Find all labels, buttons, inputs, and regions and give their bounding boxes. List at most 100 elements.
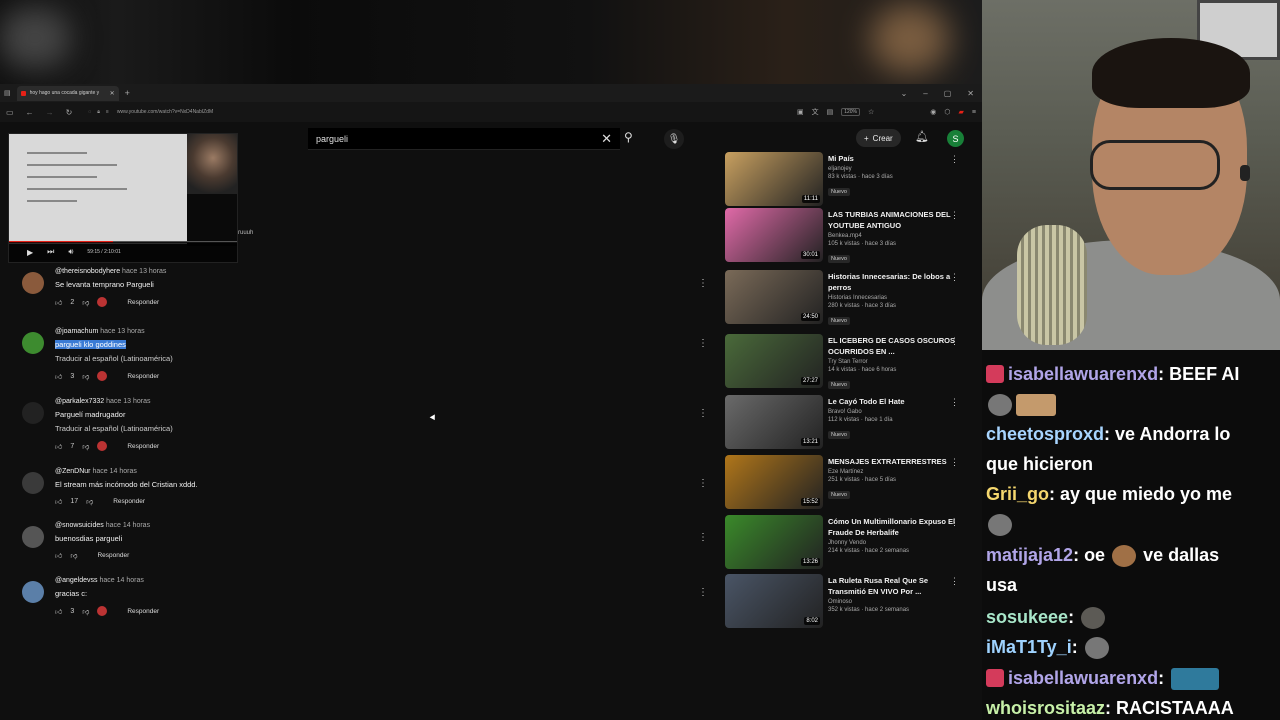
video-title[interactable]: Mi País <box>828 153 956 164</box>
recommended-video[interactable]: 13:21 Le Cayó Todo El Hate Bravo! Gabo 1… <box>725 395 975 453</box>
comment-menu-icon[interactable]: ⋮ <box>698 278 708 289</box>
reply-button[interactable]: Responder <box>127 299 159 306</box>
commenter-avatar[interactable] <box>22 332 44 354</box>
new-tab-icon[interactable]: + <box>125 88 130 98</box>
minimize-icon[interactable]: – <box>923 89 927 98</box>
video-channel[interactable]: Jhonny Vendo <box>828 540 956 546</box>
comment-time[interactable]: hace 14 horas <box>99 577 143 584</box>
clear-search-icon[interactable]: ✕ <box>601 131 612 147</box>
back-icon[interactable]: ← <box>26 108 34 117</box>
video-title[interactable]: Cómo Un Multimillonario Expuso El Fraude… <box>828 516 956 538</box>
dislike-icon[interactable]: 👎︎ <box>82 607 89 616</box>
video-thumbnail[interactable]: 27:27 <box>725 334 823 388</box>
comment-time[interactable]: hace 14 horas <box>106 522 150 529</box>
chat-username[interactable]: isabellawuarenxd <box>1008 364 1158 384</box>
video-channel[interactable]: Try Stan Terror <box>828 359 956 365</box>
zoom-level[interactable]: 120% <box>841 108 860 116</box>
site-settings-icon[interactable]: ≡ <box>106 109 109 115</box>
recommended-video[interactable]: 24:50 Historias Innecesarias: De lobos a… <box>725 270 975 328</box>
video-title[interactable]: MENSAJES EXTRATERRESTRES <box>828 456 956 467</box>
comment-time[interactable]: hace 13 horas <box>100 328 144 335</box>
dislike-icon[interactable]: 👎︎ <box>70 551 77 560</box>
video-menu-icon[interactable]: ⋮ <box>950 397 959 408</box>
commenter-avatar[interactable] <box>22 402 44 424</box>
commenter-avatar[interactable] <box>22 526 44 548</box>
video-menu-icon[interactable]: ⋮ <box>950 154 959 165</box>
video-thumbnail[interactable]: 13:26 <box>725 515 823 569</box>
like-icon[interactable]: 👍︎ <box>55 607 62 616</box>
volume-icon[interactable]: 🔊︎ <box>68 247 73 257</box>
comment-time[interactable]: hace 13 horas <box>122 268 166 275</box>
tab-menu-icon[interactable]: ▤ <box>4 89 11 97</box>
translate-icon[interactable]: 文 <box>812 107 819 117</box>
reply-button[interactable]: Responder <box>127 608 159 615</box>
video-thumbnail[interactable]: 11:11 <box>725 152 823 206</box>
comment-menu-icon[interactable]: ⋮ <box>698 478 708 489</box>
chat-username[interactable]: whoisrositaaz <box>986 698 1105 718</box>
video-thumbnail[interactable]: 15:52 <box>725 455 823 509</box>
maximize-icon[interactable]: ▢ <box>944 89 952 98</box>
video-menu-icon[interactable]: ⋮ <box>950 336 959 347</box>
comment-author[interactable]: @thereisnobodyhere <box>55 268 120 275</box>
like-icon[interactable]: 👍︎ <box>55 298 62 307</box>
sidebar-toggle-icon[interactable]: ▭ <box>6 108 14 117</box>
video-channel[interactable]: Historias Innecesarias <box>828 295 956 301</box>
commenter-avatar[interactable] <box>22 472 44 494</box>
video-title[interactable]: Le Cayó Todo El Hate <box>828 396 956 407</box>
reply-button[interactable]: Responder <box>113 498 145 505</box>
video-menu-icon[interactable]: ⋮ <box>950 576 959 587</box>
video-menu-icon[interactable]: ⋮ <box>950 517 959 528</box>
translate-link[interactable]: Traducir al español (Latinoamérica) <box>55 424 655 433</box>
chat-username[interactable]: cheetosproxd <box>986 424 1104 444</box>
dislike-icon[interactable]: 👎︎ <box>86 497 93 506</box>
recommended-video[interactable]: 15:52 MENSAJES EXTRATERRESTRES Eze Martí… <box>725 455 975 513</box>
video-menu-icon[interactable]: ⋮ <box>950 457 959 468</box>
reader-icon[interactable]: ▤ <box>827 108 834 116</box>
comment-menu-icon[interactable]: ⋮ <box>698 338 708 349</box>
dislike-icon[interactable]: 👎︎ <box>82 442 89 451</box>
chat-username[interactable]: matijaja12 <box>986 545 1073 565</box>
dislike-icon[interactable]: 👎︎ <box>82 298 89 307</box>
like-icon[interactable]: 👍︎ <box>55 442 62 451</box>
tab-youtube[interactable]: hoy hago una cocada gigante y ✕ <box>16 85 119 101</box>
account-avatar[interactable]: S <box>947 130 964 147</box>
video-thumbnail[interactable]: 24:50 <box>725 270 823 324</box>
video-channel[interactable]: Ominoso <box>828 599 956 605</box>
comment-author[interactable]: @snowsuicides <box>55 522 104 529</box>
like-icon[interactable]: 👍︎ <box>55 551 62 560</box>
comment-author[interactable]: @joamachum <box>55 328 98 335</box>
close-tab-icon[interactable]: ✕ <box>110 90 115 97</box>
tabs-dropdown-icon[interactable]: ⌄ <box>901 89 908 98</box>
video-title[interactable]: Historias Innecesarias: De lobos a perro… <box>828 271 956 293</box>
comment-time[interactable]: hace 13 horas <box>106 398 150 405</box>
like-icon[interactable]: 👍︎ <box>55 372 62 381</box>
video-title[interactable]: La Ruleta Rusa Real Que Se Transmitió EN… <box>828 575 956 597</box>
video-channel[interactable]: Benkea.mp4 <box>828 233 956 239</box>
video-thumbnail[interactable]: 30:01 <box>725 208 823 262</box>
reload-icon[interactable]: ↻ <box>66 108 73 117</box>
reply-button[interactable]: Responder <box>127 373 159 380</box>
video-channel[interactable]: Eze Martínez <box>828 469 956 475</box>
recommended-video[interactable]: 27:27 EL ICEBERG DE CASOS OSCUROS OCURRI… <box>725 334 975 392</box>
video-channel[interactable]: Bravo! Gabo <box>828 409 956 415</box>
play-icon[interactable]: ▶ <box>27 248 33 257</box>
search-icon[interactable]: ⚲ <box>624 130 633 144</box>
commenter-avatar[interactable] <box>22 581 44 603</box>
video-title[interactable]: LAS TURBIAS ANIMACIONES DEL YOUTUBE ANTI… <box>828 209 956 231</box>
chat-username[interactable]: sosukeee <box>986 607 1068 627</box>
microphone-icon[interactable]: 🎙︎ <box>664 129 684 149</box>
comment-menu-icon[interactable]: ⋮ <box>698 532 708 543</box>
url-field[interactable]: ◌ 🔒︎ ≡ www.youtube.com/watch?v=NxD4NabIZ… <box>84 106 785 119</box>
extensions-icon[interactable]: ⬡ <box>944 108 950 116</box>
chat-username[interactable]: isabellawuarenxd <box>1008 668 1158 688</box>
recommended-video[interactable]: 30:01 LAS TURBIAS ANIMACIONES DEL YOUTUB… <box>725 208 975 266</box>
menu-icon[interactable]: ≡ <box>972 109 976 116</box>
reply-button[interactable]: Responder <box>127 443 159 450</box>
video-thumbnail[interactable]: 13:21 <box>725 395 823 449</box>
extension-red-icon[interactable]: ▰ <box>959 108 964 116</box>
chat-username[interactable]: iMaT1Ty_i <box>986 637 1072 657</box>
reply-button[interactable]: Responder <box>97 552 129 559</box>
search-input[interactable]: pargueli ✕ <box>308 128 620 150</box>
account-icon[interactable]: ◉ <box>930 108 936 116</box>
recommended-video[interactable]: 8:02 La Ruleta Rusa Real Que Se Transmit… <box>725 574 975 632</box>
